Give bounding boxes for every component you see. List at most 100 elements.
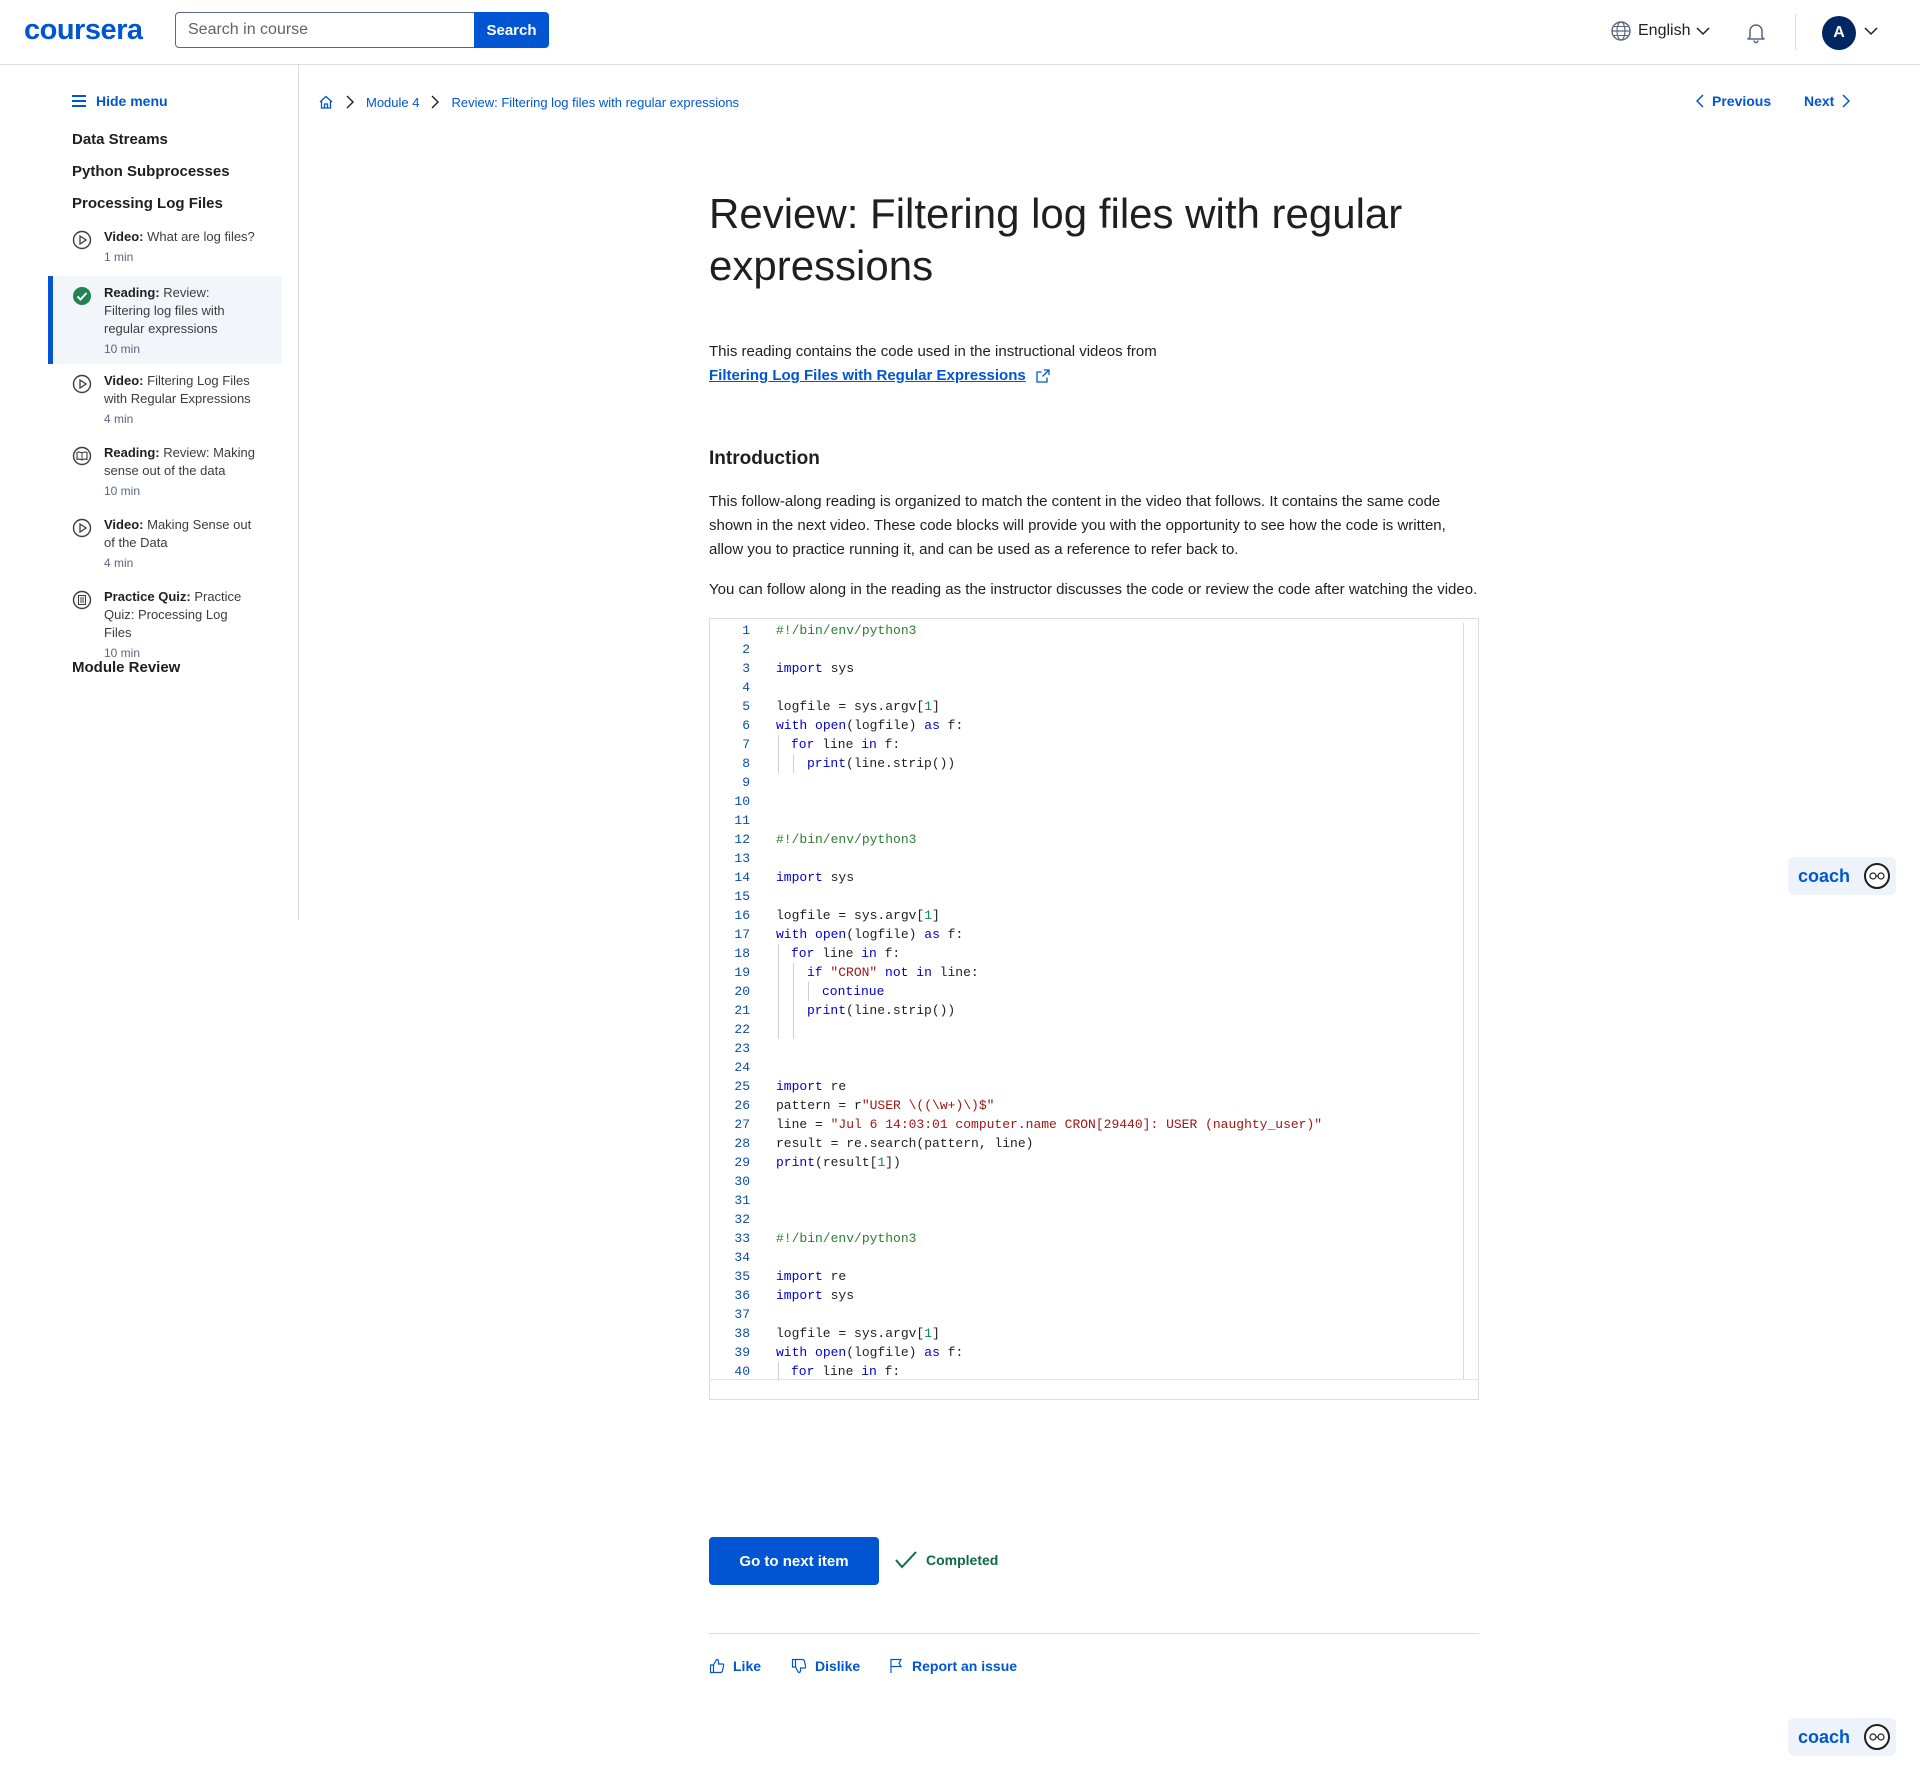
globe-icon (1610, 20, 1632, 42)
code-keyword: continue (822, 984, 885, 999)
external-video-link[interactable]: Filtering Log Files with Regular Express… (709, 367, 1050, 384)
item-type: Reading: (104, 445, 160, 460)
line-number: 26 (734, 1098, 750, 1113)
code-editor[interactable]: 1 #!/bin/env/python3 2 3 import sys 4 5 log… (709, 618, 1479, 1400)
coach-button[interactable]: coach (1788, 857, 1896, 895)
code-builtin: print (807, 756, 847, 771)
code-text: logfile = sys.argv[ (776, 699, 925, 714)
sidebar-item-what-are-log-files[interactable]: Video: What are log files? 1 min (48, 228, 282, 264)
page-title: Review: Filtering log files with regular… (709, 190, 1403, 289)
code-text: re (822, 1269, 847, 1284)
next-button[interactable]: Next (1804, 93, 1851, 109)
breadcrumb-current-link[interactable]: Review: Filtering log files with regular… (451, 95, 739, 110)
language-selector[interactable]: English (1610, 20, 1711, 42)
item-duration: 10 min (104, 342, 141, 356)
sidebar-item-making-sense-video[interactable]: Video: Making Sense out of the Data 4 mi… (48, 516, 282, 570)
play-circle-icon (72, 374, 92, 426)
code-text: (logfile) (846, 718, 925, 733)
item-type: Reading: (104, 285, 160, 300)
sidebar-item-practice-quiz[interactable]: Practice Quiz: Practice Quiz: Processing… (48, 588, 282, 660)
quiz-icon (72, 590, 92, 660)
book-icon (72, 446, 92, 498)
code-text: f: (876, 1364, 901, 1379)
top-header: coursera Search English A (0, 0, 1920, 65)
header-divider (1795, 14, 1796, 50)
indent-guide (778, 735, 779, 773)
home-icon[interactable] (318, 94, 334, 110)
code-comment: #!/bin/env/python3 (776, 832, 917, 847)
coursera-logo[interactable]: coursera (24, 14, 143, 47)
checkmark-icon (894, 1550, 918, 1570)
thumbs-up-icon (709, 1658, 725, 1674)
line-number: 10 (734, 794, 750, 809)
coach-glasses-icon (1864, 863, 1890, 889)
dislike-button[interactable]: Dislike (791, 1658, 860, 1674)
like-button[interactable]: Like (709, 1658, 761, 1674)
hide-menu-button[interactable]: Hide menu (72, 93, 168, 109)
coach-button-bottom[interactable]: coach (1788, 1718, 1896, 1756)
search-button[interactable]: Search (474, 12, 549, 48)
go-to-next-item-button[interactable]: Go to next item (709, 1537, 879, 1585)
chevron-right-icon (431, 95, 440, 109)
play-circle-icon (72, 518, 92, 570)
code-number: 1 (924, 908, 933, 923)
item-duration: 4 min (104, 556, 134, 570)
code-text: line (814, 946, 862, 961)
breadcrumb: Module 4 Review: Filtering log files wit… (318, 94, 739, 110)
code-keyword: for (791, 946, 815, 961)
line-number: 5 (742, 699, 750, 714)
chevron-down-icon (1696, 26, 1711, 36)
account-chevron-down-icon[interactable] (1864, 26, 1878, 36)
code-text: ] (932, 699, 940, 714)
line-number: 38 (734, 1326, 750, 1341)
follow-along-paragraph: You can follow along in the reading as t… (709, 581, 1478, 598)
code-number: 1 (924, 699, 933, 714)
sidebar-item-review-making-sense[interactable]: Reading: Review: Making sense out of the… (48, 444, 282, 498)
sidebar-item-filtering-log-files-video[interactable]: Video: Filtering Log Files with Regular … (48, 372, 282, 426)
chevron-left-icon (1696, 94, 1704, 108)
code-keyword: import (776, 661, 823, 676)
code-text: logfile = sys.argv[ (776, 1326, 925, 1341)
line-number: 17 (734, 927, 750, 942)
code-text: f: (939, 718, 964, 733)
code-text: ] (932, 1326, 940, 1341)
code-text: f: (876, 737, 901, 752)
code-keyword: as (924, 1345, 940, 1360)
report-issue-button[interactable]: Report an issue (888, 1658, 1017, 1674)
avatar[interactable]: A (1822, 16, 1856, 50)
chevron-right-icon (346, 95, 354, 109)
code-text: ]) (885, 1155, 901, 1170)
breadcrumb-module-link[interactable]: Module 4 (366, 95, 419, 110)
code-builtin: print (807, 1003, 847, 1018)
code-keyword: with (776, 718, 808, 733)
code-builtin: open (815, 1345, 847, 1360)
line-number: 19 (734, 965, 750, 980)
chevron-right-icon (1842, 94, 1851, 108)
line-number: 12 (734, 832, 750, 847)
intro-paragraph-line-1: This follow-along reading is organized t… (709, 493, 1441, 510)
code-keyword: as (924, 927, 940, 942)
coach-label: coach (1798, 865, 1851, 886)
previous-button[interactable]: Previous (1696, 93, 1771, 109)
search-input[interactable] (175, 12, 475, 48)
play-circle-icon (72, 230, 92, 264)
coach-glasses-icon (1864, 1724, 1890, 1750)
notifications-bell-icon[interactable] (1744, 20, 1768, 44)
line-number: 4 (742, 680, 750, 695)
code-text: sys (822, 1288, 855, 1303)
dislike-label: Dislike (815, 1658, 861, 1674)
external-link-icon (1036, 368, 1050, 383)
code-keyword: import (776, 1288, 823, 1303)
sidebar-item-review-filtering-log-files[interactable]: Reading: Review: Filtering log files wit… (48, 276, 282, 364)
code-builtin: open (815, 927, 847, 942)
line-number: 6 (742, 718, 750, 733)
code-scrollbar[interactable] (1463, 623, 1464, 1380)
link-label: Filtering Log Files with Regular Express… (709, 367, 1026, 384)
item-type: Video: (104, 373, 144, 388)
indent-guide (778, 944, 779, 1039)
sidebar-section-module-review[interactable]: Module Review (72, 659, 180, 676)
code-keyword: if (807, 965, 823, 980)
sidebar-section-processing-log-files[interactable]: Processing Log Files (72, 195, 223, 212)
sidebar-section-python-subprocesses[interactable]: Python Subprocesses (72, 163, 230, 180)
sidebar-section-data-streams[interactable]: Data Streams (72, 131, 168, 148)
